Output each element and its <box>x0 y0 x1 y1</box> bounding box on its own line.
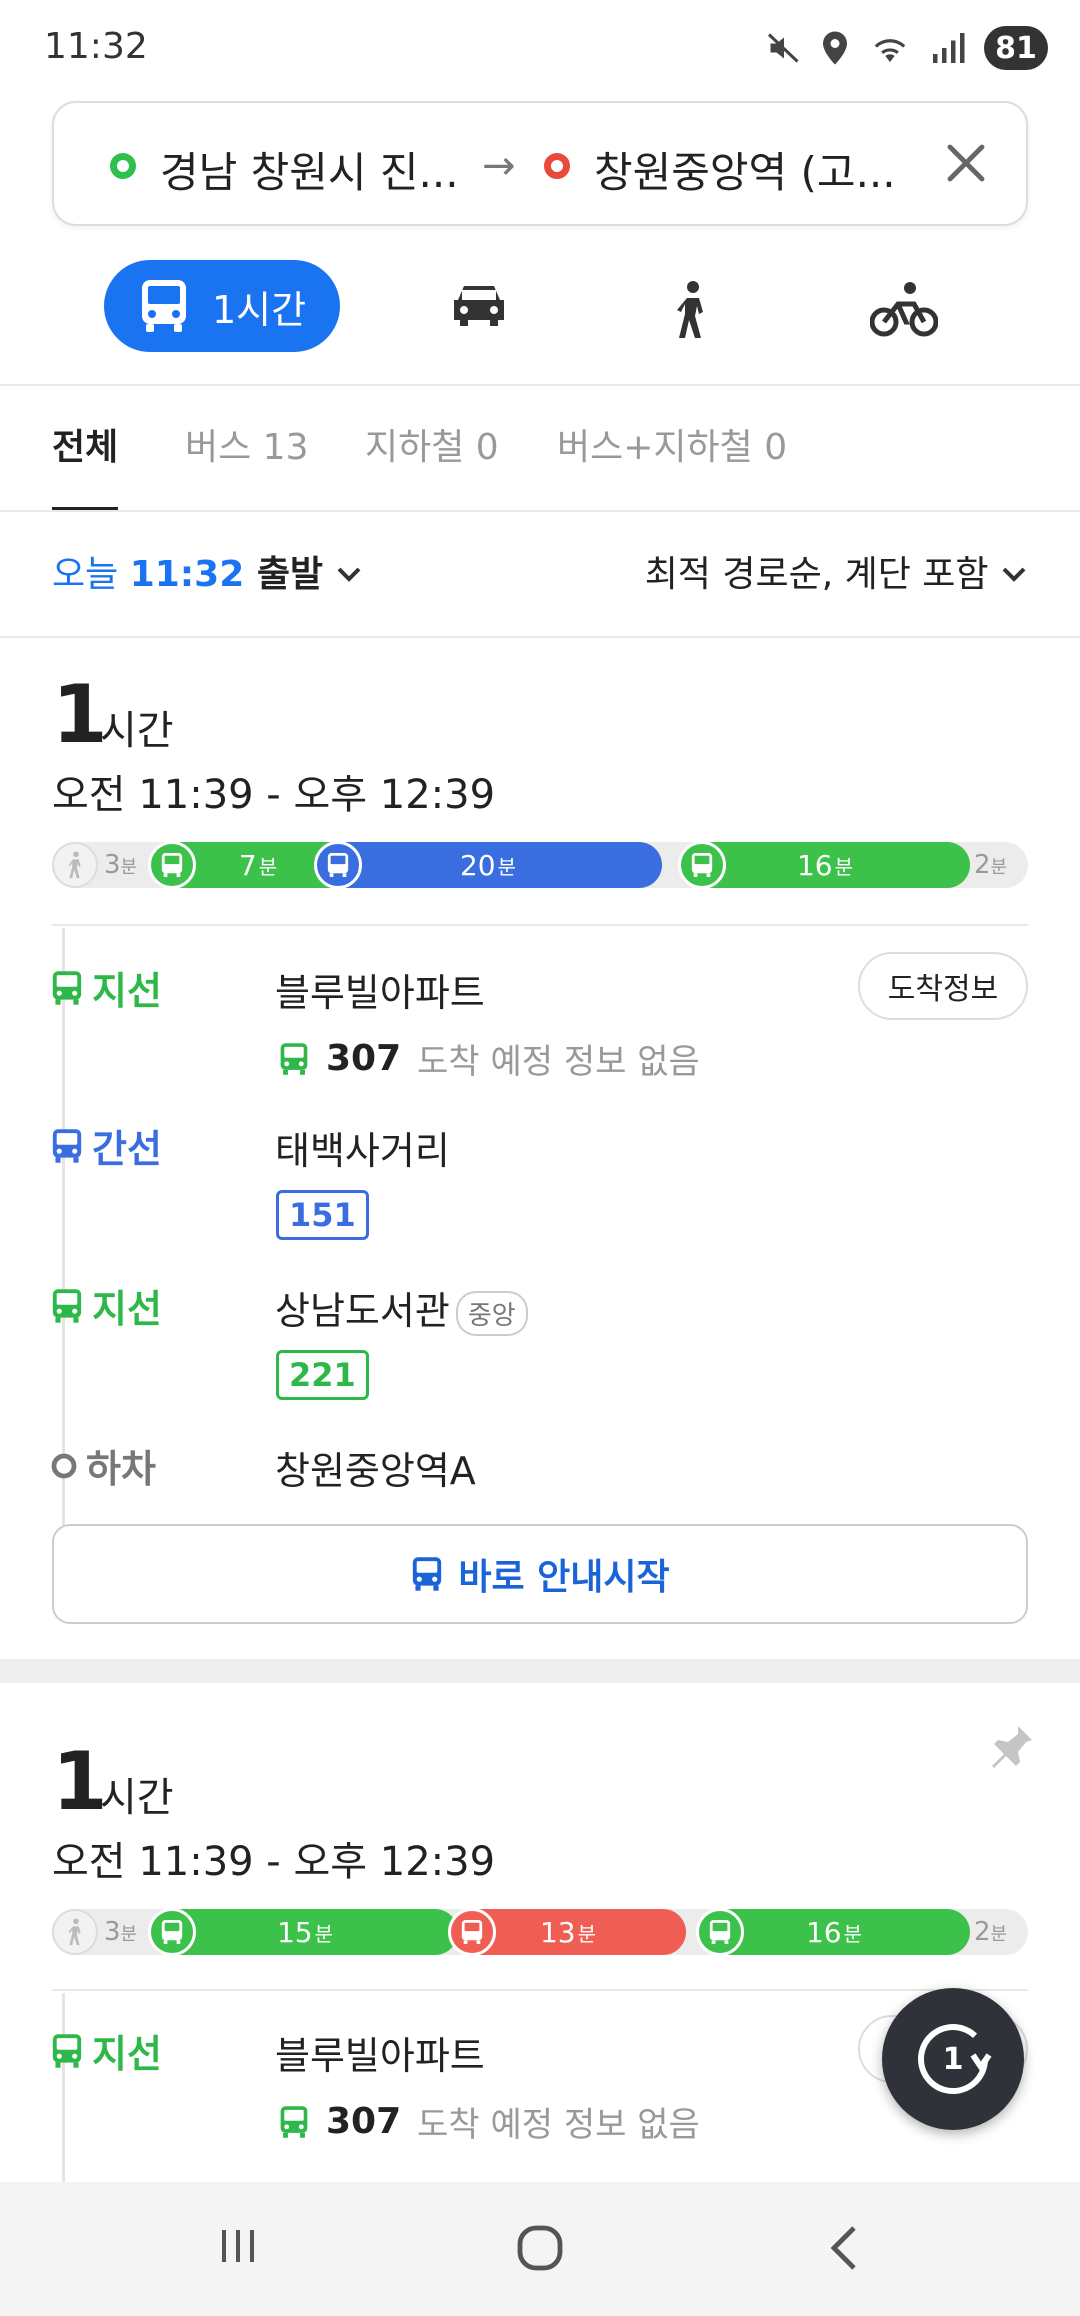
arrival-info-button[interactable]: 도착정보 <box>858 952 1028 1020</box>
location-icon <box>823 31 847 65</box>
route-card[interactable]: 1 시간 오전 11:39 - 오후 12:39 3분 7분 20 분 16 분 2… <box>0 638 1080 1659</box>
back-icon[interactable] <box>822 2222 870 2274</box>
bus-line-info: 307 도착 예정 정보 없음 <box>278 1034 700 1083</box>
bus-icon <box>678 841 726 889</box>
recent-apps-icon[interactable] <box>214 2222 262 2270</box>
status-icons: 81 <box>766 26 1048 70</box>
bus-icon <box>52 1128 82 1163</box>
bus-number-badge: 221 <box>276 1350 369 1400</box>
start-navigation-button[interactable]: 바로 안내시작 <box>52 1524 1028 1624</box>
bus-eta: 도착 예정 정보 없음 <box>417 1042 700 1082</box>
walk-end-minutes: 2분 <box>974 850 1008 880</box>
transport-mode-row: 1시간 <box>0 260 1080 356</box>
time-range: 오전 11:39 - 오후 12:39 <box>52 1839 496 1885</box>
card-separator <box>0 1659 1080 1683</box>
divider <box>0 510 1080 512</box>
departure-time-selector[interactable]: 오늘 11:32 출발 <box>52 545 363 597</box>
bus-icon <box>52 970 82 1005</box>
step-type-branch: 지선 <box>50 1278 162 1333</box>
duration-unit: 시간 <box>100 708 174 754</box>
status-time: 11:32 <box>44 26 148 67</box>
destination-field[interactable]: 창원중앙역 (고... <box>594 139 896 200</box>
departure-suffix: 출발 <box>244 554 324 595</box>
status-bar: 11:32 81 <box>0 0 1080 96</box>
mute-icon <box>767 33 799 63</box>
bus-icon <box>148 1908 196 1956</box>
bus-icon <box>52 2033 82 2068</box>
walk-start-minutes: 3분 <box>104 850 138 880</box>
chevron-down-icon <box>1002 567 1026 582</box>
step-type-alight: 하차 <box>50 1438 156 1493</box>
home-icon[interactable] <box>514 2222 566 2274</box>
battery-indicator: 81 <box>984 26 1048 70</box>
bus-number: 307 <box>326 1038 402 1079</box>
departure-time: 11:32 <box>129 554 245 595</box>
bus-icon <box>141 280 186 332</box>
route-input-box[interactable]: 경남 창원시 진... → 창원중앙역 (고... <box>52 101 1028 226</box>
walk-icon <box>52 842 98 888</box>
bus-line-info: 307 도착 예정 정보 없음 <box>278 2097 700 2146</box>
mode-transit-button[interactable]: 1시간 <box>104 260 340 352</box>
sort-selector[interactable]: 최적 경로순, 계단 포함 <box>645 545 1028 597</box>
route-arrow-icon: → <box>482 143 516 189</box>
sort-label: 최적 경로순, 계단 포함 <box>644 554 989 595</box>
walk-icon <box>52 1909 98 1955</box>
filter-tabs: 전체 버스 13 지하철 0 버스+지하철 0 <box>0 420 1080 512</box>
stop-name: 태백사거리 <box>275 1129 450 1173</box>
duration-unit: 시간 <box>100 1775 174 1821</box>
tab-bus[interactable]: 버스 13 <box>185 420 309 512</box>
walk-icon[interactable] <box>671 280 711 340</box>
origin-field[interactable]: 경남 창원시 진... <box>160 139 459 200</box>
bus-number-badge: 151 <box>276 1190 369 1240</box>
departure-row: 오늘 11:32 출발 최적 경로순, 계단 포함 <box>52 545 1028 605</box>
system-nav-bar <box>0 2182 1080 2316</box>
signal-icon <box>933 33 965 63</box>
chevron-down-icon <box>337 567 360 582</box>
bus-icon <box>52 1288 82 1323</box>
divider <box>0 384 1080 386</box>
step-type-trunk: 간선 <box>50 1118 162 1173</box>
bus-icon <box>448 1908 496 1956</box>
refresh-count: 1 <box>942 2041 964 2077</box>
mode-transit-label: 1시간 <box>211 287 307 332</box>
wifi-icon <box>874 39 906 63</box>
bus-icon <box>148 841 196 889</box>
center-lane-tag: 중앙 <box>455 1291 528 1336</box>
time-range: 오전 11:39 - 오후 12:39 <box>52 772 496 818</box>
bus-icon <box>696 1908 744 1956</box>
stop-name: 블루빌아파트 <box>275 971 485 1015</box>
pin-icon[interactable] <box>988 1722 1036 1778</box>
bicycle-icon[interactable] <box>870 280 938 340</box>
divider <box>52 1989 1028 1991</box>
step-type-branch: 지선 <box>50 2023 162 2078</box>
segment-1: 15 분 <box>152 1909 458 1955</box>
bus-icon <box>413 1557 442 1591</box>
stop-name: 창원중앙역A <box>275 1449 476 1493</box>
walk-start-minutes: 3분 <box>104 1917 138 1947</box>
car-icon[interactable] <box>448 280 510 332</box>
route-timeline: 3분 15 분 13 분 16 분 2분 <box>52 1908 1028 1956</box>
tab-all[interactable]: 전체 <box>52 420 119 512</box>
bus-number: 307 <box>326 2101 402 2142</box>
tab-subway[interactable]: 지하철 0 <box>365 420 499 512</box>
bus-eta: 도착 예정 정보 없음 <box>417 2105 700 2145</box>
step-type-branch: 지선 <box>50 960 162 1015</box>
close-icon[interactable] <box>942 139 990 187</box>
bus-icon <box>280 2105 308 2138</box>
walk-end-minutes: 2분 <box>974 1917 1008 1947</box>
refresh-button[interactable]: 1 <box>882 1988 1024 2130</box>
tab-bus-subway[interactable]: 버스+지하철 0 <box>557 420 787 512</box>
departure-prefix: 오늘 <box>52 554 130 595</box>
bus-icon <box>280 1042 308 1075</box>
route-timeline: 3분 7분 20 분 16 분 2분 <box>52 841 1028 889</box>
divider <box>52 924 1028 926</box>
stop-name: 블루빌아파트 <box>275 2034 485 2078</box>
origin-marker-icon <box>110 153 136 179</box>
bus-icon <box>314 841 362 889</box>
step-connector-line <box>62 1993 65 2183</box>
segment-2: 20 분 <box>314 842 662 888</box>
destination-marker-icon <box>544 153 570 179</box>
alight-dot-icon <box>51 1453 77 1478</box>
stop-name: 상남도서관 중앙 <box>275 1280 528 1336</box>
